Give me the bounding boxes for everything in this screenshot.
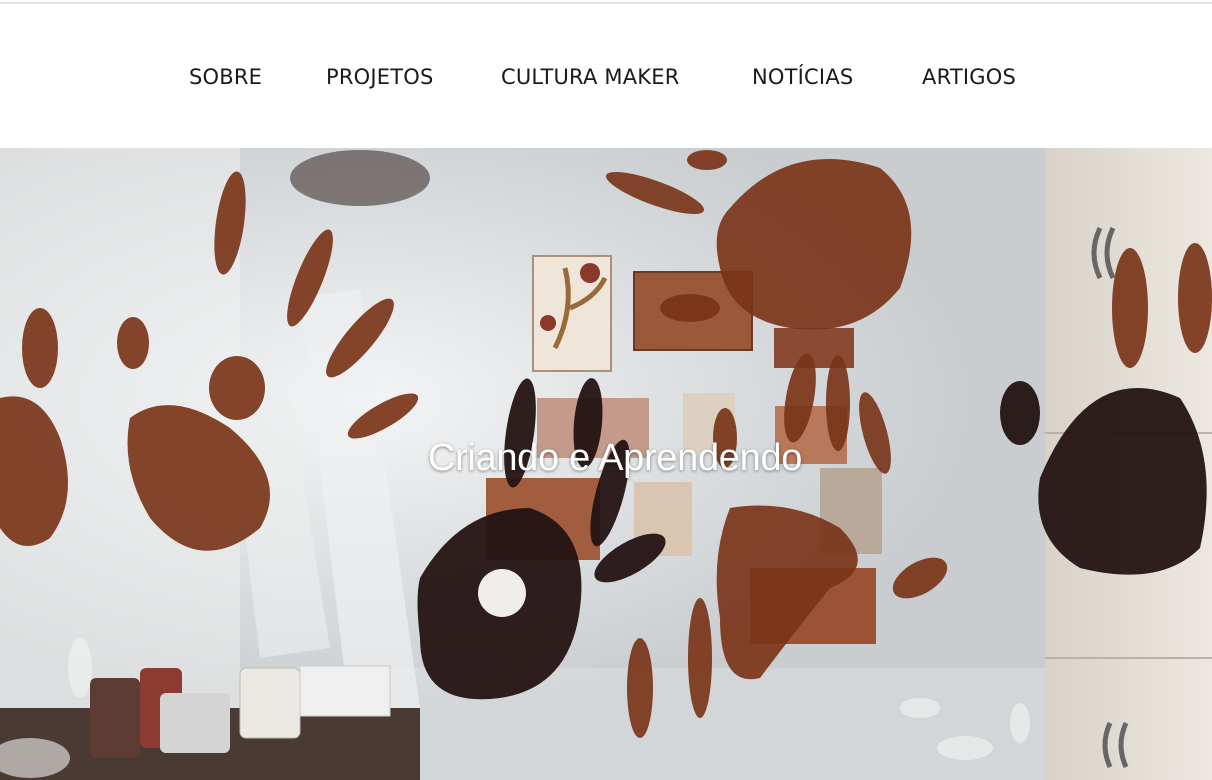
main-nav: SOBRE PROJETOS CULTURA MAKER NOTÍCIAS AR… — [0, 4, 1212, 148]
site-header: SOBRE PROJETOS CULTURA MAKER NOTÍCIAS AR… — [0, 4, 1212, 148]
nav-item-cultura-maker[interactable]: CULTURA MAKER — [501, 62, 680, 92]
nav-item-artigos[interactable]: ARTIGOS — [922, 62, 1016, 92]
nav-item-projetos[interactable]: PROJETOS — [326, 62, 434, 92]
hero-title: Criando e Aprendendo — [427, 437, 803, 479]
nav-item-noticias[interactable]: NOTÍCIAS — [752, 62, 853, 92]
nav-item-sobre[interactable]: SOBRE — [189, 62, 262, 92]
hero-banner: Criando e Aprendendo — [0, 148, 1212, 780]
